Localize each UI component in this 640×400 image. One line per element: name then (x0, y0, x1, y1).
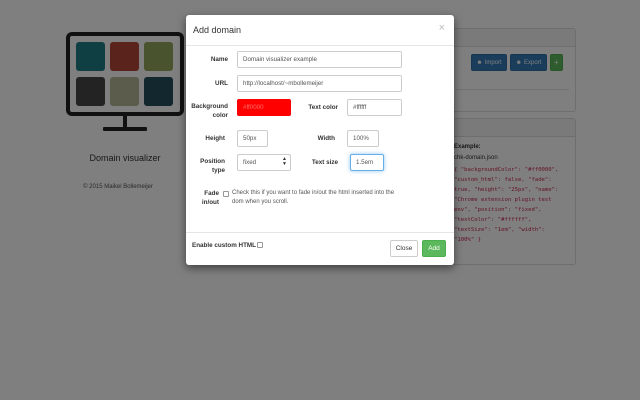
height-label: Height (205, 135, 225, 142)
width-input[interactable] (347, 130, 379, 147)
modal-title: Add domain (193, 25, 242, 35)
modal-header: Add domain × (186, 15, 454, 46)
width-label: Width (317, 135, 335, 142)
url-label: URL (215, 80, 228, 87)
close-button[interactable]: Close (390, 240, 418, 257)
fade-label-line2: in/out (201, 199, 219, 206)
modal-footer: Enable custom HTML Close Add (186, 232, 454, 266)
text-color-input[interactable] (347, 99, 402, 116)
text-size-label: Text size (311, 159, 338, 166)
height-input[interactable] (237, 130, 268, 147)
add-button[interactable]: Add (422, 240, 446, 257)
fade-label-line1: Fade (204, 190, 219, 197)
custom-html-label: Enable custom HTML (192, 242, 257, 249)
fade-label: Fade in/out (188, 189, 219, 207)
fade-checkbox[interactable] (223, 191, 229, 197)
fade-help-line1: Check this if you want to fade in/out th… (232, 190, 395, 196)
url-input[interactable] (237, 75, 402, 92)
background-color-label: Background color (188, 102, 228, 120)
custom-html-checkbox[interactable] (257, 242, 263, 248)
position-type-label: Position type (188, 157, 225, 175)
position-type-label-line2: type (212, 167, 225, 174)
position-type-label-line1: Position (200, 158, 225, 165)
name-label: Name (210, 56, 228, 63)
select-caret-icon: ▲ ▼ (282, 156, 287, 167)
fade-help-line2: dom when you scroll. (232, 199, 289, 205)
name-input[interactable] (237, 51, 402, 68)
position-type-select[interactable]: fixed ▲ ▼ (237, 154, 291, 171)
add-domain-modal: Add domain × Name URL Background color T… (186, 15, 454, 265)
close-icon[interactable]: × (439, 22, 445, 34)
text-color-label: Text color (308, 104, 338, 111)
text-size-input[interactable] (350, 154, 384, 171)
fade-help-text: Check this if you want to fade in/out th… (232, 189, 412, 207)
background-color-input[interactable] (237, 99, 291, 116)
background-color-label-line2: color (212, 112, 228, 119)
background-color-label-line1: Background (191, 103, 228, 110)
